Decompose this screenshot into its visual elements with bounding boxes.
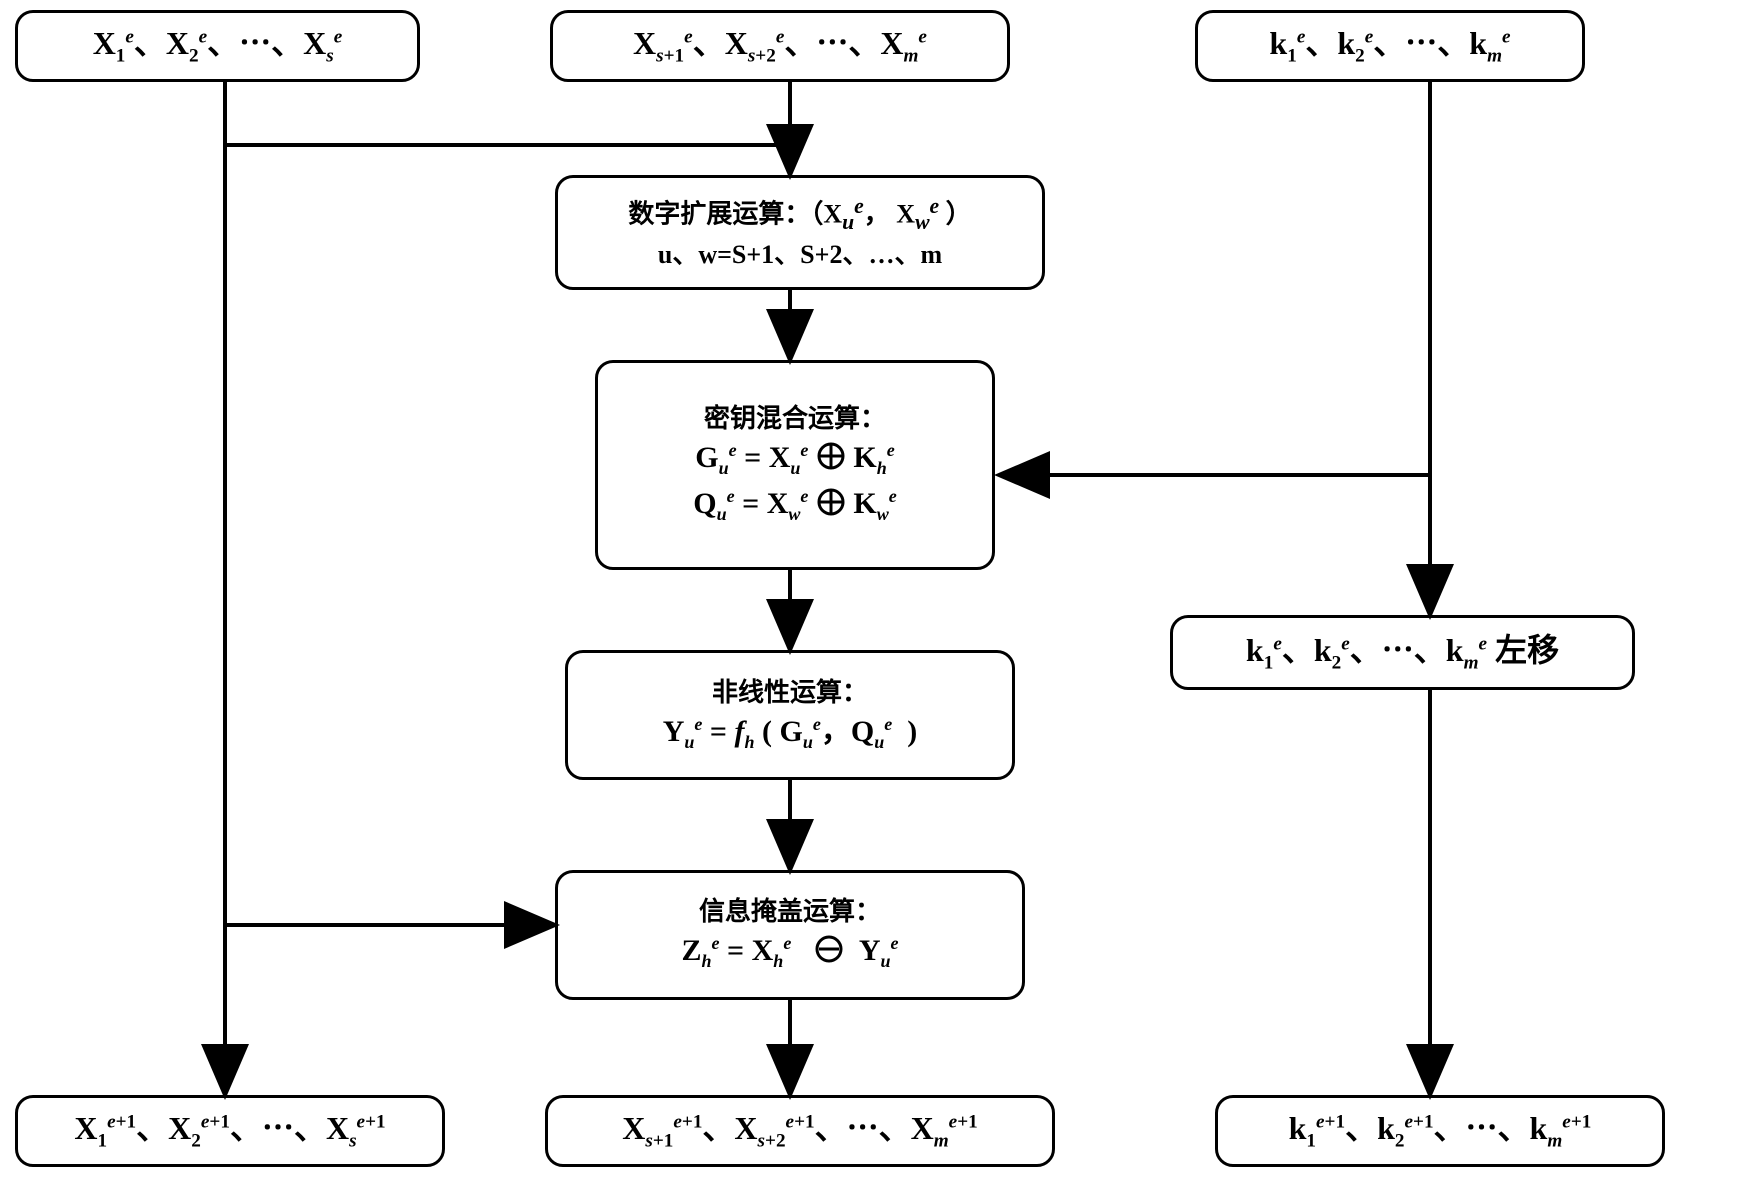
shift-box: k1e、k2e、⋯、kme 左移 [1170, 615, 1635, 690]
mask-box: 信息掩盖运算： Zhe = Xhe Yue [555, 870, 1025, 1000]
expand-title: 数字扩展运算：（Xue， Xwe ） [628, 191, 971, 237]
output-left-text: X1e+1、X2e+1、⋯、Xse+1 [74, 1106, 385, 1155]
output-right: k1e+1、k2e+1、⋯、kme+1 [1215, 1095, 1665, 1167]
output-mid: Xs+1e+1、Xs+2e+1、⋯、Xme+1 [545, 1095, 1055, 1167]
keymix-title: 密钥混合运算： [704, 401, 886, 437]
keymix-box: 密钥混合运算： Gue = Xue Khe Que = Xwe Kwe [595, 360, 995, 570]
expand-sub: u、w=S+1、S+2、…、m [658, 237, 942, 273]
input-right-text: k1e、k2e、⋯、kme [1269, 21, 1510, 70]
mask-title: 信息掩盖运算： [699, 894, 881, 930]
output-left: X1e+1、X2e+1、⋯、Xse+1 [15, 1095, 445, 1167]
input-mid-text: Xs+1e、Xs+2e、⋯、Xme [633, 21, 927, 70]
nonlinear-box: 非线性运算： Yue = fh ( Gue，Que ) [565, 650, 1015, 780]
input-left: X1e、X2e、⋯、Xse [15, 10, 420, 82]
ominus-icon [814, 934, 844, 976]
output-right-text: k1e+1、k2e+1、⋯、kme+1 [1289, 1106, 1592, 1155]
input-mid: Xs+1e、Xs+2e、⋯、Xme [550, 10, 1010, 82]
xor-icon [816, 441, 846, 483]
expand-box: 数字扩展运算：（Xue， Xwe ） u、w=S+1、S+2、…、m [555, 175, 1045, 290]
keymix-line2: Que = Xwe Kwe [693, 483, 897, 529]
nonlinear-line: Yue = fh ( Gue，Que ) [663, 711, 918, 755]
xor-icon [816, 487, 846, 529]
mask-line: Zhe = Xhe Yue [682, 930, 899, 976]
keymix-line1: Gue = Xue Khe [695, 437, 895, 483]
output-mid-text: Xs+1e+1、Xs+2e+1、⋯、Xme+1 [622, 1106, 977, 1155]
input-right: k1e、k2e、⋯、kme [1195, 10, 1585, 82]
input-left-text: X1e、X2e、⋯、Xse [93, 21, 343, 70]
nonlinear-title: 非线性运算： [712, 675, 868, 711]
shift-text: k1e、k2e、⋯、kme 左移 [1246, 628, 1559, 677]
